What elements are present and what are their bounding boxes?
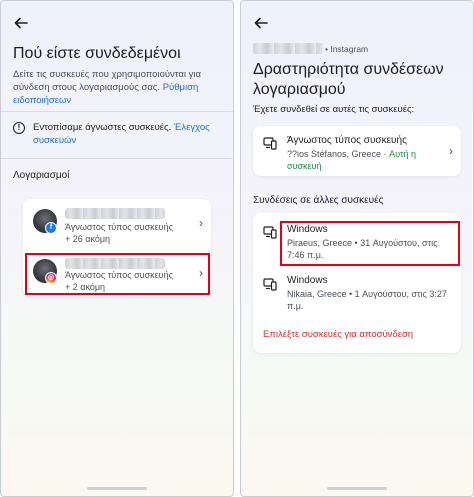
select-devices-logout-link[interactable]: Επιλέξτε συσκευές για αποσύνδεση (263, 329, 413, 340)
alert-text: Εντοπίσαμε άγνωστες συσκευές. (33, 122, 172, 133)
divider (1, 111, 233, 112)
divider (1, 158, 233, 159)
home-indicator (327, 487, 387, 490)
device-icon (263, 136, 277, 150)
current-device-card[interactable]: Άγνωστος τύπος συσκευής ??ios Stéfanos, … (253, 126, 461, 176)
back-arrow-icon[interactable] (253, 15, 269, 31)
windows-device-icon (263, 225, 277, 239)
device-name: Windows (287, 275, 328, 286)
device-location: ??ios Stéfanos, Greece · (287, 149, 390, 159)
device-meta: ??ios Stéfanos, Greece · Αυτή η συσκευή (287, 148, 451, 172)
device-name: Άγνωστος τύπος συσκευής (287, 135, 407, 146)
device-meta: Nikaia, Greece • 1 Αυγούστου, στις 3:27 … (287, 289, 447, 311)
chevron-right-icon: › (199, 216, 203, 230)
right-screen: • Instagram Δραστηριότητα συνδέσεων λογα… (240, 0, 474, 497)
blurred-account-name (65, 208, 165, 219)
page-subtitle: Έχετε συνδεθεί σε αυτές τις συσκευές: (253, 104, 415, 115)
account-device: Άγνωστος τύπος συσκευής (65, 222, 173, 232)
unknown-devices-alert: ! Εντοπίσαμε άγνωστες συσκευές. Έλεγχος … (13, 121, 221, 147)
page-title-line2: λογαριασμού (253, 81, 346, 98)
account-more-count: + 26 ακόμη (65, 234, 111, 244)
other-devices-heading: Συνδέσεις σε άλλες συσκευές (253, 195, 384, 206)
windows-device-icon (263, 277, 277, 291)
accounts-heading: Λογαριασμοί (13, 170, 70, 181)
chevron-right-icon: › (449, 144, 453, 158)
device-row-2[interactable]: Windows Nikaia, Greece • 1 Αυγούστου, στ… (253, 267, 461, 319)
page-title-line1: Δραστηριότητα συνδέσεων (253, 61, 444, 78)
page-title: Πού είστε συνδεδεμένοι (13, 45, 181, 62)
account-row-facebook[interactable]: f Άγνωστος τύπος συσκευής + 26 ακόμη › (23, 203, 211, 245)
blurred-username (253, 43, 323, 54)
home-indicator (87, 487, 147, 490)
alert-icon: ! (13, 122, 25, 134)
account-platform-label: • Instagram (325, 44, 369, 54)
highlight-box (280, 221, 460, 266)
highlight-box (25, 253, 210, 295)
page-subtitle: Δείτε τις συσκευές που χρησιμοποιούνται … (13, 68, 221, 107)
left-screen: Πού είστε συνδεδεμένοι Δείτε τις συσκευέ… (0, 0, 234, 497)
back-arrow-icon[interactable] (13, 15, 29, 31)
facebook-icon: f (45, 222, 57, 234)
